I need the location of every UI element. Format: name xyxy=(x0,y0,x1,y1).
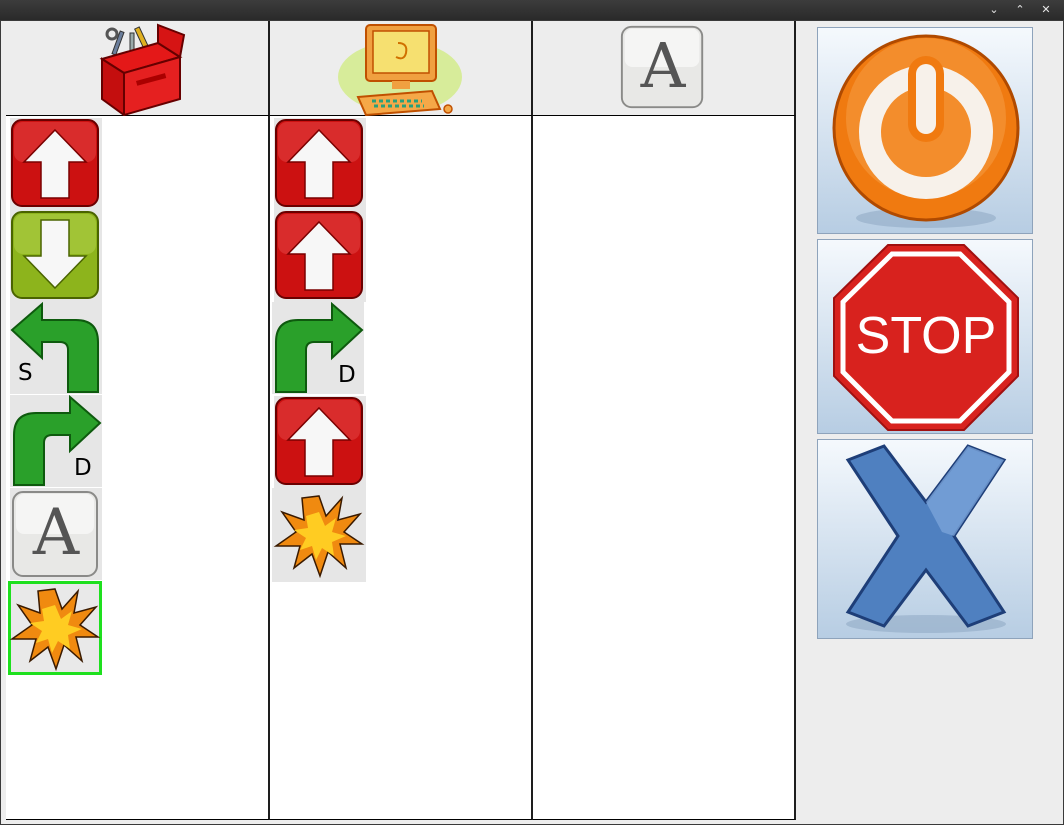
stop-button[interactable]: STOP xyxy=(817,239,1033,434)
letter-a-glyph: A xyxy=(32,496,80,570)
computer-icon xyxy=(338,24,462,116)
arrow-up-icon xyxy=(275,397,363,485)
column-2-program[interactable]: D xyxy=(270,116,533,820)
close-button[interactable] xyxy=(817,439,1033,639)
maximize-button[interactable]: ⌃ xyxy=(1010,2,1030,18)
command-letter[interactable]: A xyxy=(10,488,102,580)
minimize-button[interactable]: ⌄ xyxy=(984,2,1004,18)
command-forward[interactable] xyxy=(274,396,366,488)
explosion-icon xyxy=(273,495,365,579)
power-icon xyxy=(832,34,1020,228)
column-3-program[interactable] xyxy=(533,116,796,820)
command-fire-selected[interactable] xyxy=(8,581,102,675)
arrow-up-icon xyxy=(275,119,363,207)
toolbox-icon xyxy=(99,23,186,116)
command-fire[interactable] xyxy=(272,488,366,582)
letter-a-glyph: A xyxy=(640,29,686,102)
command-forward[interactable] xyxy=(274,210,366,302)
stop-label: STOP xyxy=(855,307,997,365)
close-x-icon xyxy=(845,444,1007,633)
arrow-down-icon xyxy=(11,211,99,299)
command-turn-left[interactable]: S xyxy=(10,302,102,394)
arrow-up-icon xyxy=(275,211,363,299)
arrow-up-icon xyxy=(11,119,99,207)
command-forward[interactable] xyxy=(10,118,102,210)
explosion-icon xyxy=(9,588,101,672)
column-1-program[interactable]: S D A xyxy=(6,116,270,820)
turn-right-label: D xyxy=(338,362,356,388)
command-forward[interactable] xyxy=(274,118,366,210)
command-turn-right[interactable]: D xyxy=(10,395,102,487)
column-3-header[interactable]: A xyxy=(533,21,796,116)
command-backward[interactable] xyxy=(10,210,102,302)
column-1-header[interactable] xyxy=(6,21,270,116)
column-2-header[interactable] xyxy=(270,21,533,116)
title-bar: ⌄ ⌃ ✕ xyxy=(0,0,1064,20)
turn-left-label: S xyxy=(18,360,33,386)
close-window-button[interactable]: ✕ xyxy=(1036,2,1056,18)
power-button[interactable] xyxy=(817,27,1033,234)
turn-right-label: D xyxy=(74,455,92,481)
command-turn-right[interactable]: D xyxy=(272,302,364,394)
